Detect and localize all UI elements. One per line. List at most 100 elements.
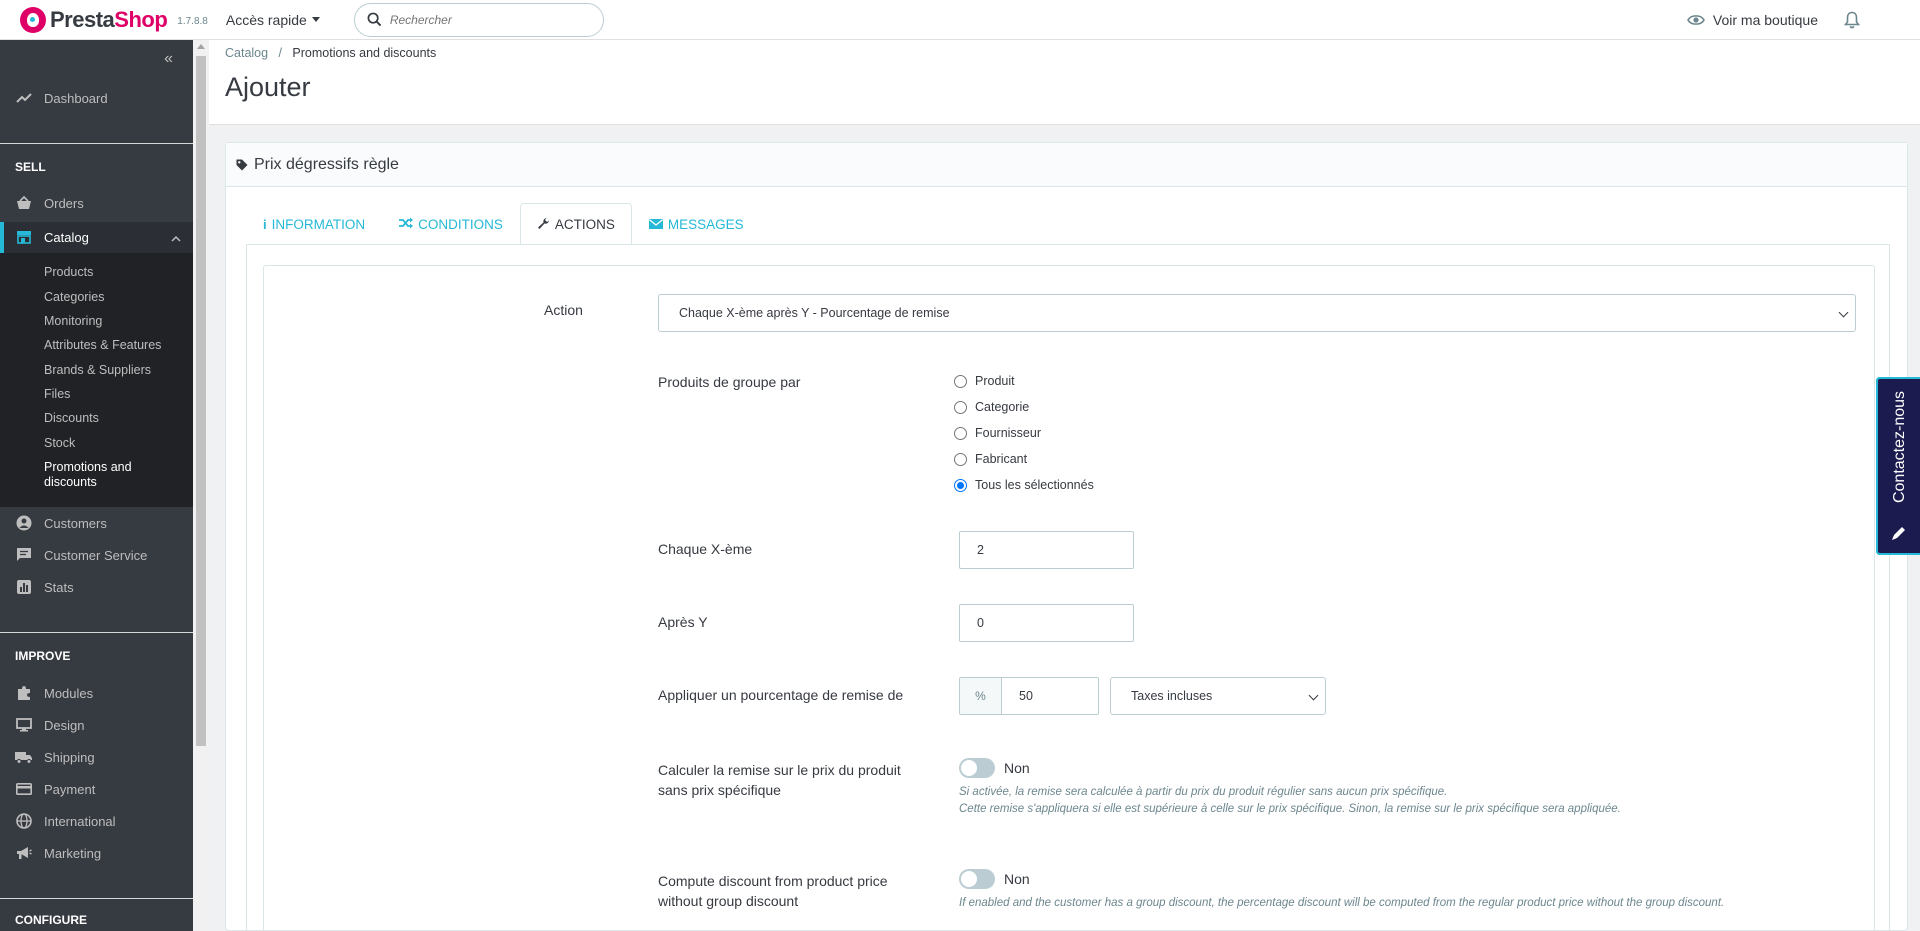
- submenu-item-discounts[interactable]: Discounts: [44, 411, 99, 426]
- top-header: PrestaShop 1.7.8.8 Accès rapide Voir ma …: [0, 0, 1920, 40]
- percent-input[interactable]: 50: [1001, 677, 1099, 715]
- tax-select[interactable]: Taxes incluses: [1110, 677, 1326, 715]
- actions-form: Action Chaque X-ème après Y - Pourcentag…: [263, 265, 1875, 931]
- sidebar-item-label: Orders: [44, 195, 84, 211]
- sidebar-item-dashboard[interactable]: Dashboard: [0, 88, 193, 108]
- tag-icon: [236, 159, 248, 171]
- radio-option-tous-selectionnes[interactable]: Tous les sélectionnés: [954, 478, 1094, 492]
- tab-messages[interactable]: MESSAGES: [632, 203, 761, 244]
- sidebar-item-catalog[interactable]: Catalog: [0, 227, 193, 247]
- group-discount-label: Compute discount from product price with…: [658, 873, 888, 909]
- sidebar-item-label: Marketing: [44, 845, 102, 861]
- submenu-item-attributes-features[interactable]: Attributes & Features: [44, 338, 161, 353]
- submenu-item-products[interactable]: Products: [44, 265, 93, 280]
- radio-button[interactable]: [954, 426, 967, 440]
- sidebar-item-stats[interactable]: Stats: [0, 577, 193, 597]
- sidebar-item-payment[interactable]: Payment: [0, 779, 193, 799]
- radio-button[interactable]: [954, 400, 967, 414]
- megaphone-icon: [15, 846, 33, 860]
- prestashop-logo[interactable]: PrestaShop: [20, 6, 168, 33]
- view-shop-link[interactable]: Voir ma boutique: [1687, 12, 1818, 28]
- radio-label: Fabricant: [975, 452, 1028, 466]
- no-specific-price-switch[interactable]: [959, 758, 995, 778]
- sidebar-item-design[interactable]: Design: [0, 715, 193, 735]
- sidebar-item-orders[interactable]: Orders: [0, 193, 193, 213]
- logo-text-pink: Shop: [114, 6, 168, 32]
- divider: [0, 632, 193, 633]
- sidebar-item-marketing[interactable]: Marketing: [0, 843, 193, 863]
- sidebar-item-label: Customers: [44, 515, 107, 531]
- action-select[interactable]: Chaque X-ème après Y - Pourcentage de re…: [658, 294, 1856, 332]
- quick-access-dropdown[interactable]: Accès rapide: [226, 12, 320, 28]
- sidebar-item-international[interactable]: International: [0, 811, 193, 831]
- submenu-item-monitoring[interactable]: Monitoring: [44, 314, 102, 329]
- tab-actions[interactable]: ACTIONS: [519, 203, 632, 245]
- sidebar-item-customers[interactable]: Customers: [0, 513, 193, 533]
- contact-us-inner: Contactez-nous: [1876, 377, 1920, 555]
- search-icon: [367, 12, 382, 27]
- contact-us-tab[interactable]: Contactez-nous: [1876, 377, 1920, 555]
- submenu-item-categories[interactable]: Categories: [44, 290, 104, 305]
- radio-option-fabricant[interactable]: Fabricant: [954, 452, 1027, 466]
- tab-content: Action Chaque X-ème après Y - Pourcentag…: [246, 244, 1890, 931]
- bell-icon[interactable]: [1844, 11, 1860, 29]
- tab-label: MESSAGES: [667, 216, 744, 232]
- contact-us-label: Contactez-nous: [1891, 390, 1908, 504]
- pencil-icon: [1891, 525, 1907, 544]
- radio-button[interactable]: [954, 374, 967, 388]
- scroll-up-arrow-icon[interactable]: [197, 44, 205, 49]
- truck-icon: [15, 751, 33, 764]
- radio-option-fournisseur[interactable]: Fournisseur: [954, 426, 1041, 440]
- tab-conditions[interactable]: CONDITIONS: [382, 203, 520, 244]
- user-circle-icon: [15, 515, 33, 531]
- page-title: Ajouter: [225, 72, 311, 102]
- collapse-sidebar-icon[interactable]: «: [164, 50, 173, 68]
- group-discount-switch[interactable]: [959, 869, 995, 889]
- chat-icon: [15, 547, 33, 563]
- percent-discount-label: Appliquer un pourcentage de remise de: [658, 687, 904, 703]
- group-discount-help: If enabled and the customer has a group …: [959, 897, 1725, 909]
- scrollbar-thumb[interactable]: [196, 56, 206, 746]
- after-y-input[interactable]: 0: [959, 604, 1134, 642]
- breadcrumb-catalog[interactable]: Catalog: [225, 46, 268, 60]
- search-input[interactable]: [389, 12, 570, 27]
- radio-option-produit[interactable]: Produit: [954, 374, 1015, 388]
- caret-down-icon: [311, 17, 320, 22]
- tabs-bar: i INFORMATION CONDITIONS ACTIONS MESSAGE…: [246, 203, 761, 245]
- radio-button-checked[interactable]: [954, 478, 967, 492]
- breadcrumb: Catalog / Promotions and discounts: [225, 46, 436, 60]
- action-label: Action: [544, 302, 583, 318]
- breadcrumb-current: Promotions and discounts: [292, 46, 437, 60]
- sidebar-item-label: Payment: [44, 781, 96, 797]
- divider: [0, 898, 193, 899]
- logo-text: PrestaShop: [50, 6, 168, 33]
- sidebar-item-shipping[interactable]: Shipping: [0, 747, 193, 767]
- sidebar-item-modules[interactable]: Modules: [0, 683, 193, 703]
- every-x-input[interactable]: 2: [959, 531, 1134, 569]
- page-header: Catalog / Promotions and discounts Ajout…: [209, 40, 1920, 125]
- logo-text-dark: Presta: [50, 6, 115, 32]
- sidebar-item-customer-service[interactable]: Customer Service: [0, 545, 193, 565]
- group-discount-state: Non: [1004, 871, 1030, 887]
- view-shop-label: Voir ma boutique: [1712, 12, 1818, 28]
- radio-button[interactable]: [954, 452, 967, 466]
- search-box[interactable]: [353, 2, 604, 37]
- submenu-item-files[interactable]: Files: [44, 387, 70, 402]
- bar-chart-icon: [15, 580, 33, 594]
- sidebar-item-label: Modules: [44, 685, 94, 701]
- panel-title: Prix dégressifs règle: [254, 155, 399, 173]
- submenu-item-stock[interactable]: Stock: [44, 436, 75, 451]
- radio-option-categorie[interactable]: Categorie: [954, 400, 1029, 414]
- version-label: 1.7.8.8: [177, 16, 208, 27]
- store-icon: [15, 230, 33, 244]
- sidebar-scrollbar[interactable]: [193, 40, 209, 931]
- prestashop-puffin-icon: [20, 6, 46, 33]
- info-icon: i: [263, 216, 267, 232]
- submenu-item-promotions-discounts[interactable]: Promotions and discounts: [44, 460, 154, 490]
- trending-up-icon: [15, 92, 33, 104]
- submenu-item-brands-suppliers[interactable]: Brands & Suppliers: [44, 363, 151, 378]
- divider: [0, 143, 193, 144]
- radio-label: Tous les sélectionnés: [975, 478, 1094, 492]
- tab-information[interactable]: i INFORMATION: [246, 203, 382, 244]
- panel-header: Prix dégressifs règle: [226, 143, 1907, 187]
